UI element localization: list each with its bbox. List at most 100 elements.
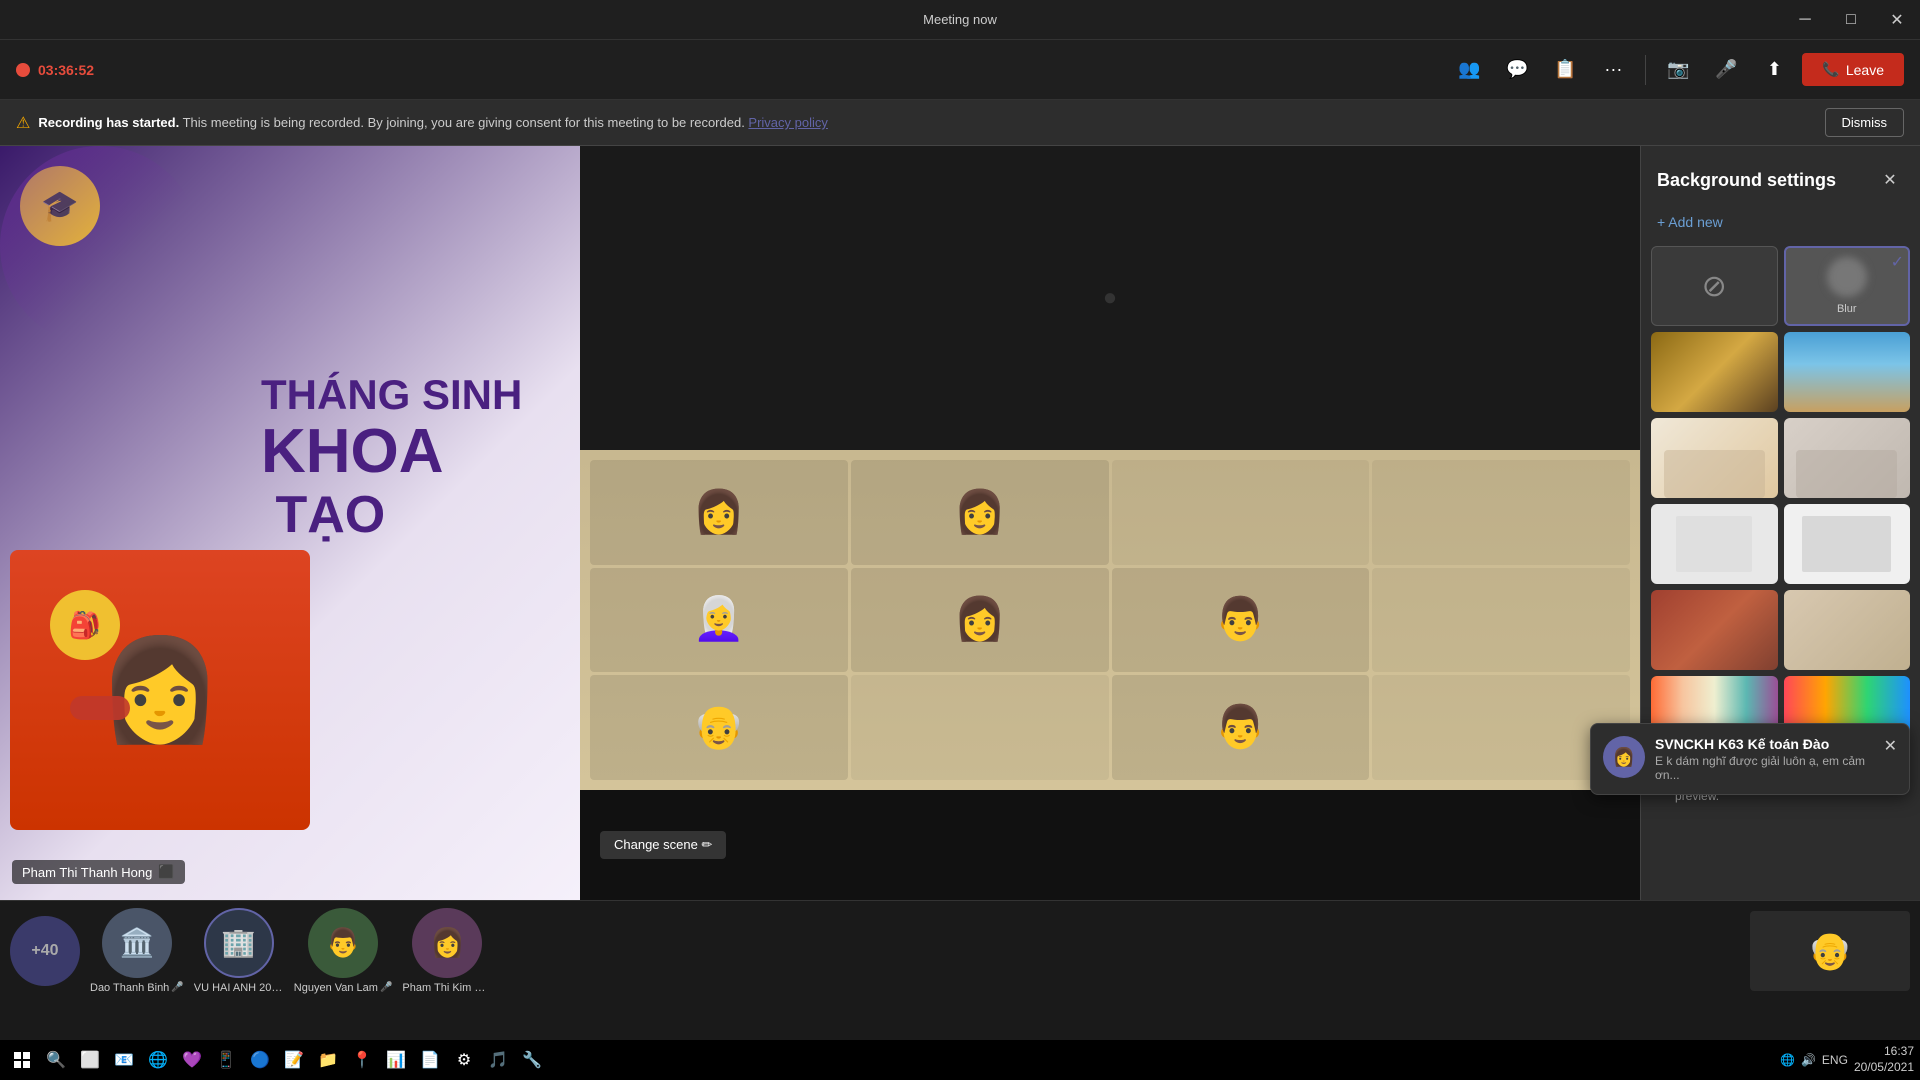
record-time: 03:36:52 — [38, 62, 94, 78]
toolbar: 03:36:52 👥 💬 📋 ··· 📷 🎤 ⬆ 📞 Leave — [0, 40, 1920, 100]
selected-check-icon: ✓ — [1891, 252, 1904, 272]
edge-icon[interactable]: 🌐 — [142, 1044, 174, 1076]
participant-name: Dao Thanh Binh — [90, 982, 169, 994]
bg-thumb-city[interactable] — [1784, 332, 1911, 412]
presenter-background: 🎓 THÁNG SINH KHOA TẠO 👩 🎒 — [0, 146, 580, 900]
add-new-button[interactable]: + Add new — [1641, 206, 1920, 238]
close-button[interactable]: ✕ — [1874, 0, 1920, 40]
taskbar-clock[interactable]: 16:37 20/05/2021 — [1854, 1044, 1914, 1075]
participants-more-button[interactable]: +40 — [10, 916, 80, 986]
presenter-panel: 🎓 THÁNG SINH KHOA TẠO 👩 🎒 — [0, 146, 580, 900]
more-button[interactable]: ··· — [1593, 50, 1633, 90]
notif-message: E k dám nghĩ được giải luôn ạ, em cảm ơn… — [1655, 754, 1874, 782]
outlook-icon[interactable]: 📧 — [108, 1044, 140, 1076]
maps-icon[interactable]: 📍 — [346, 1044, 378, 1076]
taskbar-system-tray: 🌐 🔊 ENG 16:37 20/05/2021 — [1780, 1044, 1914, 1075]
minimize-button[interactable]: ─ — [1782, 0, 1828, 40]
window-title: Meeting now — [923, 12, 997, 27]
participant-avatar: 🏢 — [204, 908, 274, 978]
participant-item[interactable]: 🏢 VU HAI ANH 20187006 — [194, 908, 284, 994]
presenter-name-badge: Pham Thi Thanh Hong ⬛ — [12, 860, 185, 884]
mic-button[interactable]: 🎤 — [1706, 50, 1746, 90]
notif-name: SVNCKH K63 Kế toán Đào — [1655, 736, 1874, 752]
participants-bar: +40 🏛️ Dao Thanh Binh 🎤 🏢 VU HAI ANH 201… — [0, 900, 1920, 1000]
video-black-top: ● — [580, 146, 1640, 450]
audience-seating: 👩 👩 👩‍🦳 👩 👨 👴 👨 — [580, 450, 1640, 790]
privacy-policy-link[interactable]: Privacy policy — [748, 115, 827, 130]
leave-button[interactable]: 📞 Leave — [1802, 53, 1904, 86]
bg-thumb-none[interactable]: ⊘ — [1651, 246, 1778, 326]
participant-item[interactable]: 👨 Nguyen Van Lam 🎤 — [294, 908, 393, 994]
bg-thumb-white2[interactable] — [1784, 504, 1911, 584]
task-view-icon[interactable]: ⬜ — [74, 1044, 106, 1076]
participant-avatar: 🏛️ — [102, 908, 172, 978]
bg-thumb-white1[interactable] — [1651, 504, 1778, 584]
share-button[interactable]: ⬆ — [1754, 50, 1794, 90]
folder-icon[interactable]: 📁 — [312, 1044, 344, 1076]
participant-name: VU HAI ANH 20187006 — [194, 982, 284, 994]
title-bar: Meeting now ─ □ ✕ — [0, 0, 1920, 40]
text-line1: THÁNG SINH — [261, 372, 522, 418]
audience-cell-empty — [1372, 460, 1630, 565]
recording-bold-text: Recording has started. — [38, 115, 179, 130]
notepad-icon[interactable]: 📝 — [278, 1044, 310, 1076]
notif-avatar: 👩 — [1603, 736, 1645, 778]
toolbar-divider — [1645, 55, 1646, 85]
maximize-button[interactable]: □ — [1828, 0, 1874, 40]
bg-panel-close-button[interactable]: ✕ — [1876, 166, 1904, 194]
audience-cell: 👩 — [851, 460, 1109, 565]
mic-off-icon: 🎤 — [380, 982, 392, 993]
camera-button[interactable]: 📷 — [1658, 50, 1698, 90]
search-taskbar-icon[interactable]: 🔍 — [40, 1044, 72, 1076]
audience-cell: 👩‍🦳 — [590, 568, 848, 673]
teams-icon[interactable]: 💜 — [176, 1044, 208, 1076]
leave-label: Leave — [1846, 62, 1884, 78]
bg-thumb-room1[interactable] — [1651, 418, 1778, 498]
app-icon-3[interactable]: 🔧 — [516, 1044, 548, 1076]
mic-off-icon: 🎤 — [171, 982, 183, 993]
text-line3: TẠO — [261, 487, 522, 544]
chrome-icon[interactable]: 🔵 — [244, 1044, 276, 1076]
start-button[interactable] — [6, 1044, 38, 1076]
participant-item[interactable]: 🏛️ Dao Thanh Binh 🎤 — [90, 908, 184, 994]
chat-button[interactable]: 💬 — [1497, 50, 1537, 90]
audience-cell: 👨 — [1112, 675, 1370, 780]
participants-button[interactable]: 👥 — [1449, 50, 1489, 90]
bg-thumb-office[interactable] — [1651, 332, 1778, 412]
video-area: 🎓 THÁNG SINH KHOA TẠO 👩 🎒 — [0, 146, 1640, 900]
dismiss-button[interactable]: Dismiss — [1825, 108, 1905, 137]
bg-thumb-room2[interactable] — [1784, 418, 1911, 498]
toolbar-right: 👥 💬 📋 ··· 📷 🎤 ⬆ 📞 Leave — [960, 50, 1904, 90]
word-icon[interactable]: 📄 — [414, 1044, 446, 1076]
blur-circle — [1827, 257, 1867, 297]
audience-cell-empty — [1372, 568, 1630, 673]
network-icon[interactable]: 🌐 — [1780, 1053, 1795, 1067]
app-icon-2[interactable]: 🎵 — [482, 1044, 514, 1076]
viber-icon[interactable]: 📱 — [210, 1044, 242, 1076]
participant-item[interactable]: 👩 Pham Thi Kim Ngoc — [402, 908, 492, 994]
text-line2: KHOA — [261, 418, 522, 486]
recording-banner-text: Recording has started. This meeting is b… — [38, 115, 1816, 130]
audience-cell-empty — [851, 675, 1109, 780]
audience-cell: 👩 — [590, 460, 848, 565]
blur-label: Blur — [1837, 303, 1857, 315]
participant-name: Pham Thi Kim Ngoc — [402, 982, 492, 994]
presenter-screen-share-icon: ⬛ — [158, 864, 174, 880]
taskbar-date-value: 20/05/2021 — [1854, 1060, 1914, 1076]
lang-indicator[interactable]: ENG — [1822, 1053, 1848, 1067]
app-icon-1[interactable]: ⚙ — [448, 1044, 480, 1076]
recording-banner: ⚠ Recording has started. This meeting is… — [0, 100, 1920, 146]
excel-icon[interactable]: 📊 — [380, 1044, 412, 1076]
presenter-name: Pham Thi Thanh Hong — [22, 865, 152, 880]
bg-thumb-blur[interactable]: Blur ✓ — [1784, 246, 1911, 326]
volume-icon[interactable]: 🔊 — [1801, 1053, 1816, 1067]
participant-avatar: 👩 — [412, 908, 482, 978]
change-scene-button[interactable]: Change scene ✏ — [600, 831, 726, 859]
taskbar-time-value: 16:37 — [1854, 1044, 1914, 1060]
video-grid-bottom: Change scene ✏ — [580, 790, 1640, 900]
notif-close-button[interactable]: ✕ — [1884, 736, 1897, 756]
bg-thumb-beige[interactable] — [1784, 590, 1911, 670]
presenter-text: THÁNG SINH KHOA TẠO — [261, 372, 522, 544]
apps-button[interactable]: 📋 — [1545, 50, 1585, 90]
bg-thumb-office2[interactable] — [1651, 590, 1778, 670]
